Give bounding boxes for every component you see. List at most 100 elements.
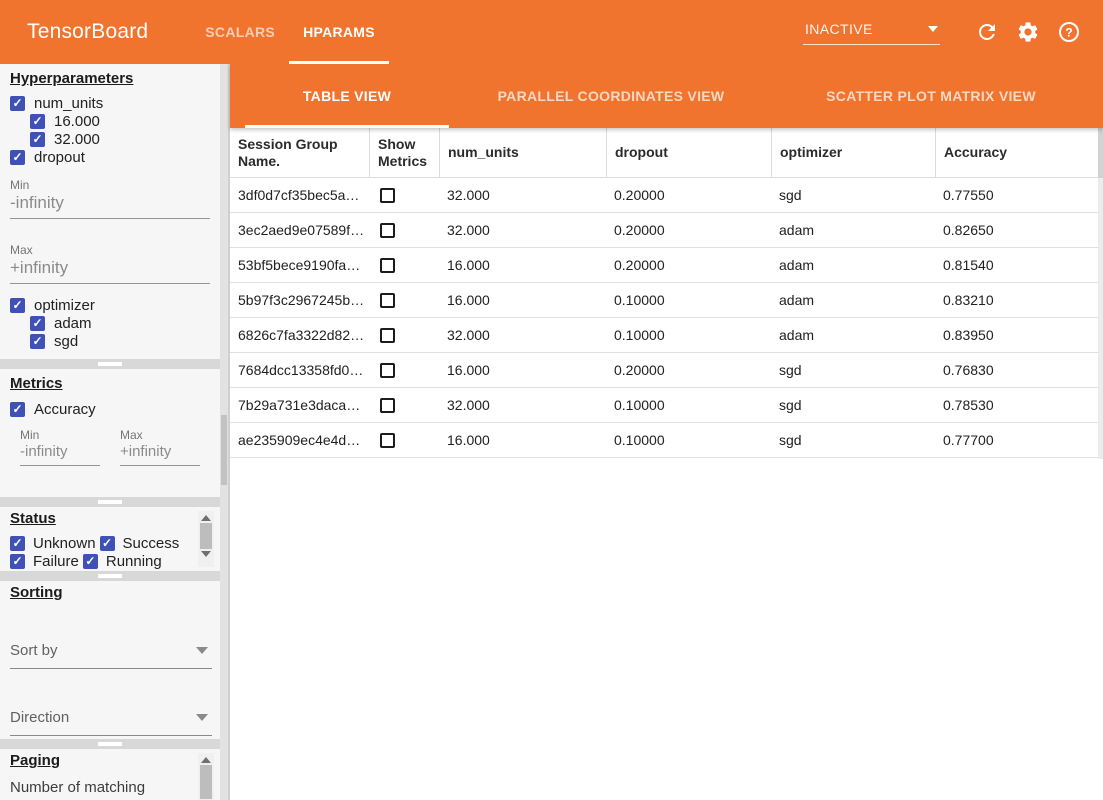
dropout-cell: 0.20000 bbox=[606, 187, 771, 203]
optimizer-sgd-checkbox[interactable] bbox=[30, 334, 45, 349]
session-group-name-cell: 6826c7fa3322d82… bbox=[230, 327, 369, 343]
show-metrics-cell bbox=[369, 327, 439, 344]
accuracy-checkbox[interactable] bbox=[10, 402, 25, 417]
num-units-16-checkbox[interactable] bbox=[30, 114, 45, 129]
tab-scalars[interactable]: SCALARS bbox=[191, 0, 289, 64]
paging-title: Paging bbox=[10, 752, 220, 770]
table-row: 7684dcc13358fd0… 16.0000.20000sgd0.76830 bbox=[230, 353, 1103, 388]
show-metrics-checkbox[interactable] bbox=[380, 328, 395, 343]
accuracy-cell: 0.83950 bbox=[935, 327, 1103, 343]
status-section: Status Unknown Success Failure Running bbox=[0, 507, 220, 571]
accuracy-cell: 0.76830 bbox=[935, 362, 1103, 378]
help-icon[interactable]: ? bbox=[1057, 20, 1081, 44]
show-metrics-checkbox[interactable] bbox=[380, 223, 395, 238]
tab-parallel-coordinates-view[interactable]: PARALLEL COORDINATES VIEW bbox=[449, 64, 773, 128]
num-units-checkbox[interactable] bbox=[10, 96, 25, 111]
metrics-title: Metrics bbox=[10, 375, 220, 393]
status-unknown-checkbox[interactable] bbox=[10, 536, 25, 551]
accuracy-min-input[interactable] bbox=[20, 440, 100, 466]
column-show-metrics: Show Metrics bbox=[369, 128, 439, 177]
optimizer-cell: sgd bbox=[771, 397, 935, 413]
chevron-down-icon bbox=[928, 26, 938, 32]
scrollbar-thumb[interactable] bbox=[1098, 128, 1103, 178]
dropout-checkbox[interactable] bbox=[10, 150, 25, 165]
show-metrics-checkbox[interactable] bbox=[380, 188, 395, 203]
optimizer-adam-checkbox[interactable] bbox=[30, 316, 45, 331]
refresh-icon[interactable] bbox=[975, 20, 999, 44]
status-failure-checkbox[interactable] bbox=[10, 554, 25, 569]
show-metrics-checkbox[interactable] bbox=[380, 293, 395, 308]
dropout-min-input[interactable] bbox=[10, 190, 210, 219]
status-options: Unknown Success Failure Running bbox=[10, 534, 196, 570]
show-metrics-checkbox[interactable] bbox=[380, 363, 395, 378]
show-metrics-cell bbox=[369, 292, 439, 309]
table-row: 7b29a731e3daca…32.0000.10000sgd0.78530 bbox=[230, 388, 1103, 423]
sorting-title: Sorting bbox=[10, 584, 220, 602]
dropout-cell: 0.20000 bbox=[606, 362, 771, 378]
tab-scatter-plot-matrix-view[interactable]: SCATTER PLOT MATRIX VIEW bbox=[773, 64, 1089, 128]
session-group-name-cell: 5b97f3c2967245b… bbox=[230, 292, 369, 308]
scroll-up-icon[interactable] bbox=[201, 515, 211, 521]
hparam-num-units-32: 32.000 bbox=[30, 130, 220, 148]
column-session-group-name: Session Group Name. bbox=[230, 128, 369, 177]
accuracy-max-input[interactable] bbox=[120, 440, 200, 466]
optimizer-cell: adam bbox=[771, 327, 935, 343]
paging-scrollbar[interactable] bbox=[198, 753, 214, 800]
divider-drag-handle[interactable] bbox=[98, 362, 122, 366]
status-scrollbar[interactable] bbox=[198, 511, 214, 567]
status-running-checkbox[interactable] bbox=[83, 554, 98, 569]
status-success-checkbox[interactable] bbox=[100, 536, 115, 551]
tensorboard-app: TensorBoard SCALARS HPARAMS INACTIVE bbox=[0, 0, 1103, 800]
status-unknown: Unknown bbox=[10, 534, 96, 552]
show-metrics-checkbox[interactable] bbox=[380, 258, 395, 273]
show-metrics-cell bbox=[369, 187, 439, 204]
session-group-name-cell: 3ec2aed9e07589f… bbox=[230, 222, 369, 238]
num-units-cell: 16.000 bbox=[439, 257, 606, 273]
table-scrollbar[interactable] bbox=[1098, 128, 1103, 459]
accuracy-cell: 0.77700 bbox=[935, 432, 1103, 448]
dropout-cell: 0.10000 bbox=[606, 432, 771, 448]
optimizer-checkbox[interactable] bbox=[10, 298, 25, 313]
optimizer-cell: sgd bbox=[771, 187, 935, 203]
settings-icon[interactable] bbox=[1016, 20, 1040, 44]
num-units-32-checkbox[interactable] bbox=[30, 132, 45, 147]
table-header: Session Group Name. Show Metrics num_uni… bbox=[230, 128, 1103, 178]
section-divider bbox=[0, 359, 220, 369]
column-optimizer: optimizer bbox=[771, 128, 935, 177]
divider-drag-handle[interactable] bbox=[98, 500, 122, 504]
divider-drag-handle[interactable] bbox=[98, 574, 122, 578]
scroll-up-icon[interactable] bbox=[201, 757, 211, 763]
reload-status-select[interactable]: INACTIVE bbox=[803, 19, 940, 45]
accuracy-cell: 0.83210 bbox=[935, 292, 1103, 308]
hparams-sidebar: Hyperparameters num_units 16.000 32.000 … bbox=[0, 64, 230, 800]
section-divider bbox=[0, 497, 220, 507]
optimizer-cell: sgd bbox=[771, 362, 935, 378]
num-units-cell: 32.000 bbox=[439, 187, 606, 203]
sort-by-select[interactable]: Sort by bbox=[10, 638, 212, 669]
table-row: ae235909ec4e4d…16.0000.10000sgd0.77700 bbox=[230, 423, 1103, 458]
sidebar-scrollbar-thumb[interactable] bbox=[221, 415, 227, 485]
dropout-cell: 0.10000 bbox=[606, 292, 771, 308]
divider-drag-handle[interactable] bbox=[98, 742, 122, 746]
section-divider bbox=[0, 571, 220, 581]
show-metrics-checkbox[interactable] bbox=[380, 398, 395, 413]
view-tabs: TABLE VIEW PARALLEL COORDINATES VIEW SCA… bbox=[230, 64, 1103, 128]
accuracy-min-max: Min Max bbox=[20, 428, 220, 466]
show-metrics-checkbox[interactable] bbox=[380, 433, 395, 448]
num-units-cell: 16.000 bbox=[439, 362, 606, 378]
scroll-down-icon[interactable] bbox=[201, 551, 211, 557]
direction-select[interactable]: Direction bbox=[10, 705, 212, 736]
tab-hparams[interactable]: HPARAMS bbox=[289, 0, 389, 64]
scrollbar-thumb[interactable] bbox=[200, 523, 212, 549]
num-units-cell: 32.000 bbox=[439, 327, 606, 343]
accuracy-min-label: Min bbox=[20, 428, 106, 440]
session-group-name-cell: 7684dcc13358fd0… bbox=[230, 362, 369, 378]
scrollbar-thumb[interactable] bbox=[200, 765, 212, 799]
session-group-name-cell: 53bf5bece9190fa… bbox=[230, 257, 369, 273]
hyperparameters-title: Hyperparameters bbox=[10, 70, 220, 88]
svg-text:?: ? bbox=[1065, 25, 1072, 39]
dropout-cell: 0.20000 bbox=[606, 222, 771, 238]
dropout-max-input[interactable] bbox=[10, 255, 210, 284]
optimizer-cell: adam bbox=[771, 222, 935, 238]
tab-table-view[interactable]: TABLE VIEW bbox=[245, 64, 449, 128]
